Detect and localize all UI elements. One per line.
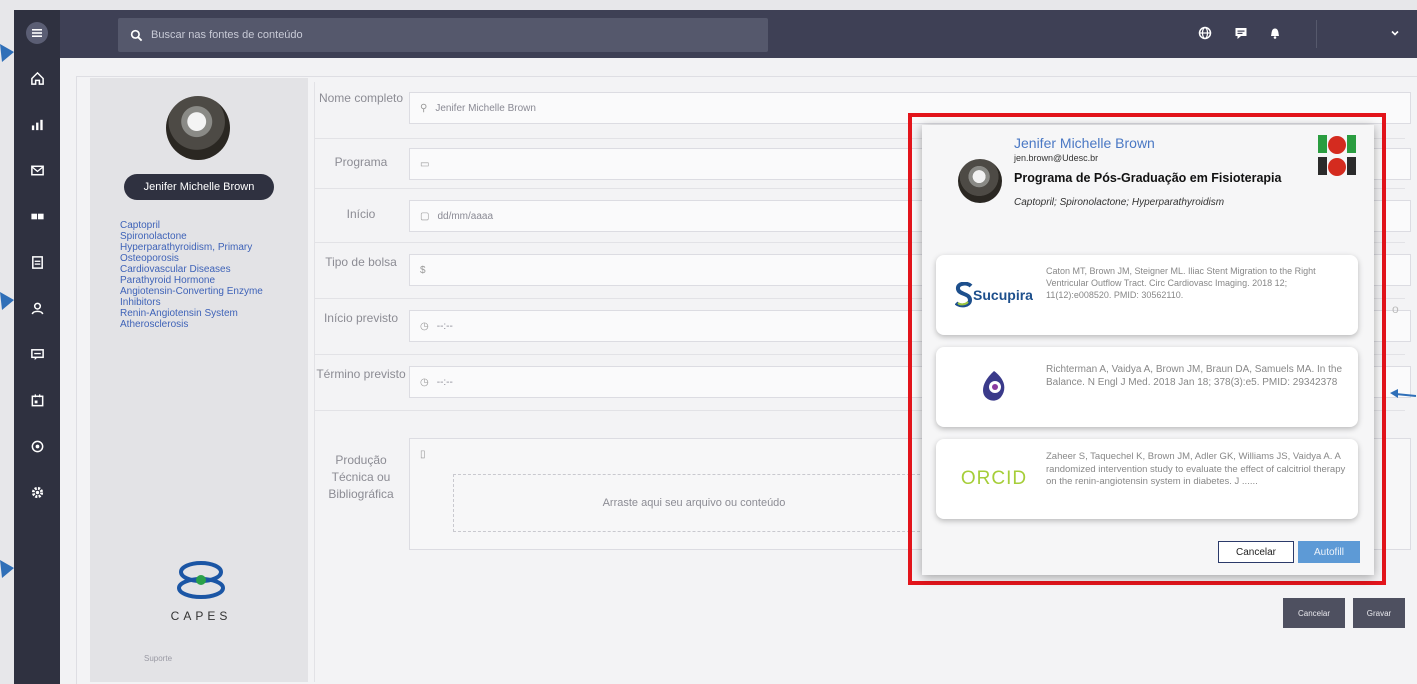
calendar-icon: ▢ [420, 210, 430, 222]
keyword-list: Captopril Spironolactone Hyperparathyroi… [120, 220, 300, 330]
keyword-link[interactable]: Inhibitors [120, 297, 300, 308]
popup-cancel-button[interactable]: Cancelar [1218, 541, 1294, 563]
gear-icon [31, 486, 43, 498]
notifications-button[interactable] [1266, 24, 1284, 42]
person-icon: ⚲ [420, 102, 428, 114]
popup-keywords: Captopril; Spironolactone; Hyperparathyr… [1014, 197, 1225, 208]
field-label: Nome completo [318, 91, 404, 105]
cards-icon [30, 213, 44, 219]
top-bar [60, 10, 1417, 58]
annotation-arrow [1390, 389, 1416, 398]
avatar [166, 96, 230, 160]
source-card-orcid[interactable]: ORCID Zaheer S, Taquechel K, Brown JM, A… [936, 439, 1358, 519]
source-citation: Zaheer S, Taquechel K, Brown JM, Adler G… [1046, 451, 1346, 487]
sidebar-item-chat[interactable] [14, 336, 60, 372]
topbar-divider [1316, 20, 1317, 48]
pubmed-drop-icon [983, 371, 1005, 401]
search-input[interactable] [149, 28, 753, 42]
popup-program: Programa de Pós-Graduação em Fisioterapi… [1014, 171, 1282, 185]
field-label: Início previsto [323, 311, 399, 325]
keyword-link[interactable]: Captopril [120, 220, 300, 231]
clock-icon: ◷ [420, 320, 429, 332]
chevron-down-icon [1391, 30, 1399, 36]
hamburger-icon [32, 29, 42, 37]
source-card-sucupira[interactable]: Sucupira Caton MT, Brown JM, Steigner ML… [936, 255, 1358, 335]
sidebar-item-calendar[interactable] [14, 382, 60, 418]
keyword-link[interactable]: Cardiovascular Diseases [120, 264, 300, 275]
sidebar-item-mail[interactable] [14, 152, 60, 188]
sidebar-item-users[interactable] [14, 290, 60, 326]
chat-icon [30, 348, 44, 360]
document-icon [31, 255, 43, 269]
sidebar-item-settings[interactable] [14, 474, 60, 510]
dollar-icon: $ [420, 264, 426, 276]
source-card-pubmed[interactable]: Richterman A, Vaidya A, Brown JM, Braun … [936, 347, 1358, 427]
calendar-icon [31, 393, 43, 406]
capes-logo-text: CAPES [170, 609, 232, 623]
globe-icon [1198, 26, 1212, 40]
field-edge-glyph: o [1392, 302, 1399, 316]
keyword-link[interactable]: Renin-Angiotensin System [120, 308, 300, 319]
account-dropdown[interactable] [1386, 24, 1404, 42]
support-link[interactable]: Suporte [144, 654, 172, 663]
sucupira-logo: Sucupira [946, 265, 1042, 325]
source-citation: Caton MT, Brown JM, Steigner ML. Iliac S… [1046, 266, 1316, 300]
pubmed-logo [946, 357, 1042, 417]
keyword-link[interactable]: Hyperparathyroidism, Primary [120, 242, 300, 253]
user-icon [31, 302, 43, 314]
capes-emblem-icon [177, 561, 225, 599]
sucupira-s-icon [955, 282, 973, 308]
cancel-button[interactable]: Cancelar [1283, 598, 1345, 628]
sidebar-item-analytics[interactable] [14, 106, 60, 142]
autofill-popup: Jenifer Michelle Brown jen.brown@Udesc.b… [922, 125, 1374, 575]
field-label: Programa [334, 155, 388, 169]
capes-logo: CAPES [156, 558, 246, 628]
menu-button[interactable] [26, 22, 48, 44]
file-dropzone[interactable]: Arraste aqui seu arquivo ou conteúdo [453, 474, 935, 532]
keyword-link[interactable]: Angiotensin-Converting Enzyme [120, 286, 300, 297]
search-icon [130, 29, 143, 41]
sidebar-item-home[interactable] [14, 60, 60, 96]
file-icon: ▯ [420, 449, 426, 460]
keyword-link[interactable]: Spironolactone [120, 231, 300, 242]
orcid-logo: ORCID [960, 468, 1028, 489]
field-label: Produção Técnica ou Bibliográfica [328, 453, 394, 501]
popup-avatar [958, 159, 1002, 203]
udesc-logo-icon [1318, 135, 1356, 176]
keyword-link[interactable]: Parathyroid Hormone [120, 275, 300, 286]
sidebar-item-status[interactable] [14, 428, 60, 464]
profile-panel: Jenifer Michelle Brown Captopril Spirono… [90, 78, 308, 682]
profile-name: Jenifer Michelle Brown [124, 174, 274, 200]
bell-icon [1271, 28, 1279, 39]
field-label: Término previsto [316, 367, 406, 381]
building-icon: ▭ [420, 158, 430, 170]
message-icon [1235, 28, 1247, 39]
keyword-link[interactable]: Osteoporosis [120, 253, 300, 264]
left-sidebar [14, 10, 60, 684]
source-citation: Richterman A, Vaidya A, Brown JM, Braun … [1046, 364, 1343, 388]
globe-button[interactable] [1196, 24, 1214, 42]
sidebar-item-documents[interactable] [14, 244, 60, 280]
mail-icon [30, 165, 44, 175]
sidebar-item-cards[interactable] [14, 198, 60, 234]
circle-icon [31, 440, 43, 452]
popup-email: jen.brown@Udesc.br [1014, 153, 1099, 163]
field-label: Tipo de bolsa [325, 255, 397, 269]
app-window: Jenifer Michelle Brown Captopril Spirono… [14, 10, 1417, 684]
keyword-link[interactable]: Atherosclerosis [120, 319, 300, 330]
save-button[interactable]: Gravar [1353, 598, 1405, 628]
field-label: Início [346, 207, 376, 221]
search-bar[interactable] [118, 18, 768, 52]
messages-button[interactable] [1232, 24, 1250, 42]
autofill-button[interactable]: Autofill [1298, 541, 1360, 563]
chart-icon [31, 119, 43, 130]
clock-icon: ◷ [420, 376, 429, 388]
home-icon [30, 71, 44, 85]
popup-name: Jenifer Michelle Brown [1014, 135, 1155, 151]
